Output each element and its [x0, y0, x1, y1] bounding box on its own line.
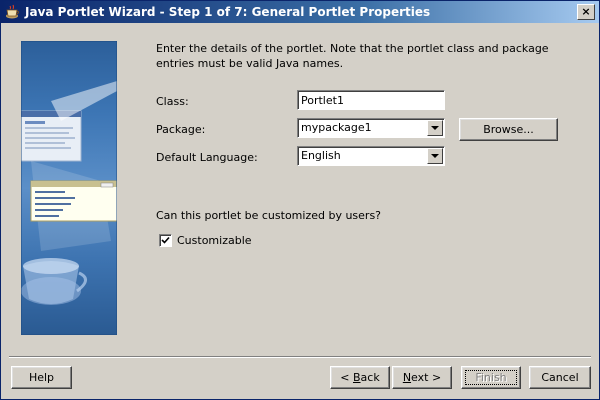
default-language-label: Default Language: — [156, 151, 258, 164]
next-accelerator: N — [402, 371, 412, 384]
finish-button[interactable]: Finish — [461, 366, 521, 389]
checkmark-icon — [161, 236, 170, 244]
next-button[interactable]: Next > — [392, 366, 452, 389]
wizard-dialog: Java Portlet Wizard - Step 1 of 7: Gener… — [0, 0, 600, 400]
chevron-down-icon — [431, 126, 439, 130]
customize-question: Can this portlet be customized by users? — [156, 209, 382, 222]
default-language-combo[interactable]: English — [297, 146, 445, 166]
class-input[interactable] — [297, 90, 445, 110]
cancel-button[interactable]: Cancel — [529, 366, 591, 389]
package-value: mypackage1 — [301, 121, 372, 134]
footer-separator — [9, 356, 591, 358]
customizable-label[interactable]: Customizable — [177, 234, 252, 247]
wizard-illustration — [21, 41, 117, 335]
coffee-cup-icon — [5, 4, 21, 20]
back-label-rest: ack — [360, 371, 380, 384]
back-prefix: < — [340, 371, 353, 384]
cancel-label: Cancel — [541, 371, 579, 384]
close-button[interactable]: × — [577, 4, 595, 20]
customizable-checkbox[interactable] — [159, 234, 172, 247]
language-dropdown-button[interactable] — [427, 148, 443, 164]
finish-label: Finish — [462, 367, 520, 388]
title-bar[interactable]: Java Portlet Wizard - Step 1 of 7: Gener… — [1, 1, 599, 23]
help-button[interactable]: Help — [11, 366, 72, 389]
back-button[interactable]: < Back — [330, 366, 390, 389]
package-label: Package: — [156, 123, 206, 136]
browse-button[interactable]: Browse... — [459, 118, 558, 141]
package-dropdown-button[interactable] — [427, 120, 443, 136]
default-language-value: English — [301, 149, 341, 162]
class-label: Class: — [156, 95, 189, 108]
help-label: Help — [28, 371, 55, 384]
back-accelerator: B — [353, 371, 361, 384]
window-title: Java Portlet Wizard - Step 1 of 7: Gener… — [25, 5, 431, 19]
instructions-text: Enter the details of the portlet. Note t… — [156, 42, 549, 70]
chevron-down-icon — [431, 154, 439, 158]
next-label-rest: ext > — [411, 371, 442, 384]
package-combo[interactable]: mypackage1 — [297, 118, 445, 138]
